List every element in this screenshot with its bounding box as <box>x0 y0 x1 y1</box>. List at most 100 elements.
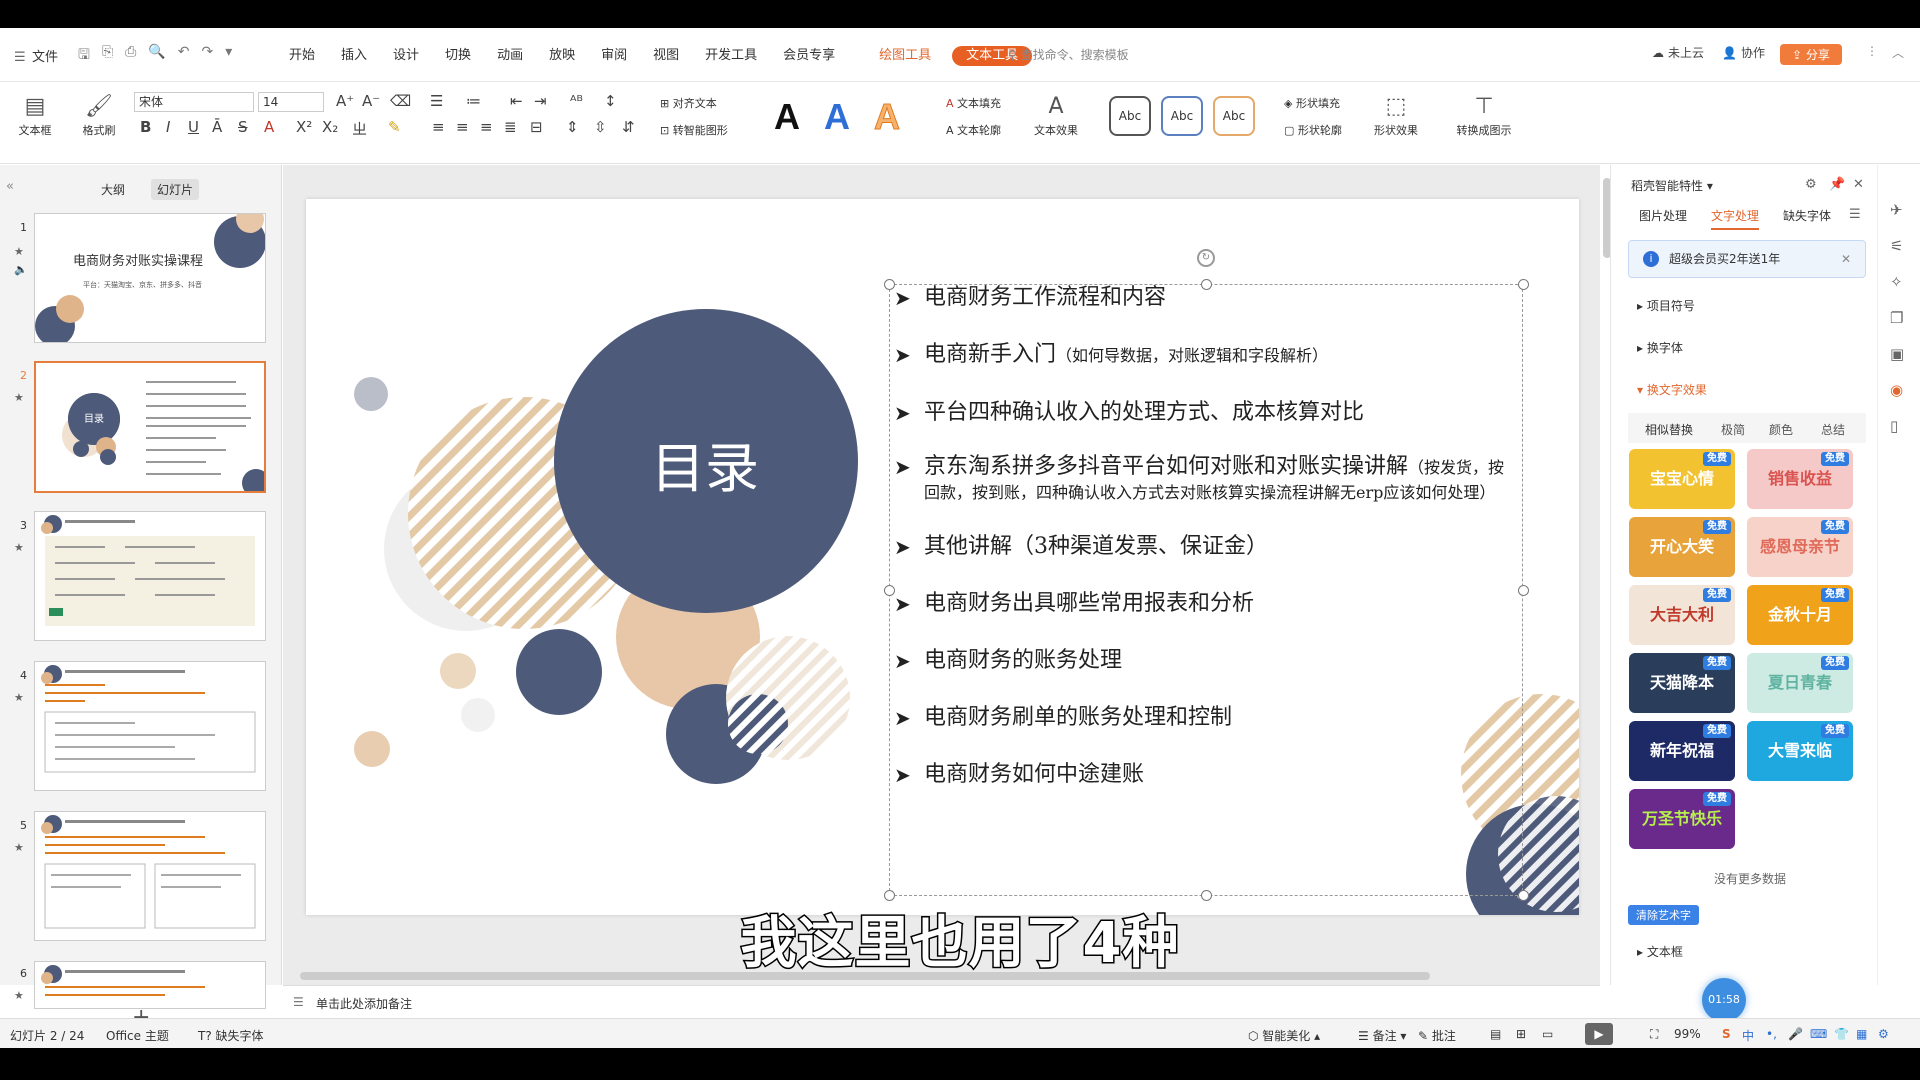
slide-thumbnail-2[interactable]: 目录 <box>34 361 266 493</box>
tab-developer[interactable]: 开发工具 <box>692 46 770 66</box>
text-style-blue[interactable]: A <box>824 96 850 138</box>
tab-insert[interactable]: 插入 <box>328 46 380 66</box>
close-icon[interactable]: ✕ <box>1853 177 1864 192</box>
highlight-icon[interactable]: ✎ <box>388 118 401 136</box>
settings-icon[interactable]: ⚙ <box>1805 177 1817 192</box>
layers-icon[interactable]: ❐ <box>1890 309 1903 327</box>
para-spacing-icon[interactable]: ⇕ <box>566 118 579 136</box>
collapse-ribbon-icon[interactable]: ︿ <box>1892 44 1904 61</box>
promo-banner[interactable]: i 超级会员买2年送1年 ✕ <box>1628 240 1866 278</box>
cloud-status[interactable]: ☁ 未上云 <box>1652 44 1704 61</box>
superscript-icon[interactable]: X² <box>296 118 312 136</box>
sorter-view-icon[interactable]: ⊞ <box>1516 1027 1526 1041</box>
tab-review[interactable]: 审阅 <box>588 46 640 66</box>
shirt-icon[interactable]: 👕 <box>1834 1027 1849 1041</box>
collapse-panel-icon[interactable]: « <box>6 179 14 194</box>
tab-outline[interactable]: 大纲 <box>95 179 131 200</box>
file-menu[interactable]: ☰ 文件 <box>14 46 58 65</box>
punctuation-icon[interactable]: •, <box>1766 1027 1777 1041</box>
normal-view-icon[interactable]: ▤ <box>1490 1027 1501 1041</box>
text-outline-button[interactable]: A 文本轮廓 <box>946 122 1001 138</box>
effect-tile[interactable]: 夏日青春 免费 <box>1747 653 1853 713</box>
mic-icon[interactable]: 🎤 <box>1788 1027 1803 1041</box>
tab-slideshow[interactable]: 放映 <box>536 46 588 66</box>
slide-title[interactable]: 目录 <box>650 424 760 503</box>
tab-image-processing[interactable]: 图片处理 <box>1639 207 1687 224</box>
tab-view[interactable]: 视图 <box>640 46 692 66</box>
effect-tile[interactable]: 大雪来临 免费 <box>1747 721 1853 781</box>
tab-home[interactable]: 开始 <box>276 46 328 66</box>
align-center-icon[interactable]: ≡ <box>456 118 469 136</box>
textbox-button[interactable]: ▤ 文本框 <box>10 92 60 138</box>
comments-toggle[interactable]: ✎ 批注 <box>1418 1027 1456 1044</box>
rotate-handle-icon[interactable]: ↻ <box>1197 249 1215 267</box>
increase-indent-icon[interactable]: ⇥ <box>534 92 547 110</box>
more-options-icon[interactable]: ⋮ <box>1866 44 1878 58</box>
missing-font-status[interactable]: T? 缺失字体 <box>198 1027 264 1044</box>
tab-missing-font[interactable]: 缺失字体 <box>1783 207 1831 224</box>
book-icon[interactable]: ▯ <box>1890 417 1898 435</box>
numbering-icon[interactable]: ≔ <box>466 92 481 110</box>
close-promo-icon[interactable]: ✕ <box>1841 241 1851 277</box>
tab-slides[interactable]: 幻灯片 <box>151 179 200 200</box>
effect-tile[interactable]: 万圣节快乐 免费 <box>1629 789 1735 849</box>
preview-icon[interactable]: 🔍 <box>148 44 165 68</box>
subtab-minimal[interactable]: 极简 <box>1721 421 1745 438</box>
grow-font-icon[interactable]: A⁺ <box>336 92 354 110</box>
slide-thumbnail-1[interactable]: 电商财务对账实操课程 平台：天猫淘宝、京东、拼多多、抖音 <box>34 213 266 343</box>
tab-member[interactable]: 会员专享 <box>770 46 848 66</box>
play-slideshow-icon[interactable]: ▶ <box>1585 1023 1613 1045</box>
command-search[interactable]: ⚲ 查找命令、搜索模板 <box>1008 46 1129 63</box>
underline-icon[interactable]: U <box>188 118 199 136</box>
smart-beautify-button[interactable]: ⬡ 智能美化 ▴ <box>1248 1027 1320 1044</box>
shape-style-3[interactable]: Abc <box>1213 96 1255 136</box>
table-of-contents[interactable]: ➤ 电商财务工作流程和内容 ➤ 电商新手入门（如何导数据，对账逻辑和字段解析） ➤ 平… <box>890 283 1520 790</box>
section-bullets[interactable]: ▸ 项目符号 <box>1637 297 1695 314</box>
ime-logo-icon[interactable]: S <box>1722 1027 1731 1041</box>
panel-title[interactable]: 稻壳智能特性 ▾ <box>1631 177 1713 194</box>
text-effect-button[interactable]: A 文本效果 <box>1026 92 1086 138</box>
section-change-font[interactable]: ▸ 换字体 <box>1637 339 1683 356</box>
decrease-indent-icon[interactable]: ⇤ <box>510 92 523 110</box>
effect-tile[interactable]: 宝宝心情 免费 <box>1629 449 1735 509</box>
align-right-icon[interactable]: ≡ <box>480 118 493 136</box>
slide-thumbnail-4[interactable] <box>34 661 266 791</box>
format-painter-button[interactable]: 🖌 格式刷 <box>74 92 124 138</box>
subtab-summary[interactable]: 总结 <box>1821 421 1845 438</box>
share-button[interactable]: ⇪ 分享 <box>1780 44 1842 65</box>
font-color-icon[interactable]: A <box>264 118 274 136</box>
image-icon[interactable]: ▣ <box>1890 345 1904 363</box>
justify-icon[interactable]: ≣ <box>504 118 517 136</box>
text-direction-icon[interactable]: ᴬᴮ <box>570 92 583 110</box>
effect-tile[interactable]: 新年祝福 免费 <box>1629 721 1735 781</box>
font-name-select[interactable]: 宋体 <box>134 92 254 112</box>
subtab-color[interactable]: 颜色 <box>1769 421 1793 438</box>
shape-effect-button[interactable]: ⬚ 形状效果 <box>1366 92 1426 138</box>
convert-graphic-button[interactable]: ⊤ 转换成图示 <box>1446 92 1522 138</box>
tab-text-processing[interactable]: 文字处理 <box>1711 207 1760 230</box>
redo-icon[interactable]: ↷ <box>202 44 214 68</box>
text-style-black[interactable]: A <box>774 96 800 138</box>
ime-mode[interactable]: 中 <box>1742 1027 1754 1044</box>
distribute-icon[interactable]: ⊟ <box>530 118 543 136</box>
grid-icon[interactable]: ▦ <box>1856 1027 1867 1041</box>
save-icon[interactable]: 🖫 <box>78 44 90 68</box>
align-left-icon[interactable]: ≡ <box>432 118 445 136</box>
effect-tile[interactable]: 开心大笑 免费 <box>1629 517 1735 577</box>
undo-icon[interactable]: ↶ <box>178 44 190 68</box>
export-icon[interactable]: ⎘ <box>102 44 113 68</box>
reading-view-icon[interactable]: ▭ <box>1542 1027 1553 1041</box>
section-text-effect[interactable]: ▾ 换文字效果 <box>1637 381 1707 398</box>
shape-outline-button[interactable]: ▢ 形状轮廓 <box>1284 122 1342 138</box>
subscript-icon[interactable]: X₂ <box>322 118 338 136</box>
italic-icon[interactable]: I <box>166 118 170 136</box>
effect-tile[interactable]: 大吉大利 免费 <box>1629 585 1735 645</box>
effect-tile[interactable]: 销售收益 免费 <box>1747 449 1853 509</box>
clear-format-icon[interactable]: ⌫ <box>390 92 411 110</box>
smart-shape-button[interactable]: ⊡ 转智能图形 <box>660 122 728 138</box>
slide-thumbnail-3[interactable] <box>34 511 266 641</box>
subtab-similar[interactable]: 相似替换 <box>1645 421 1693 438</box>
align-text-button[interactable]: ⊞ 对齐文本 <box>660 95 717 111</box>
phonetic-icon[interactable]: ㄓ <box>352 118 367 139</box>
effect-tile[interactable]: 天猫降本 免费 <box>1629 653 1735 713</box>
